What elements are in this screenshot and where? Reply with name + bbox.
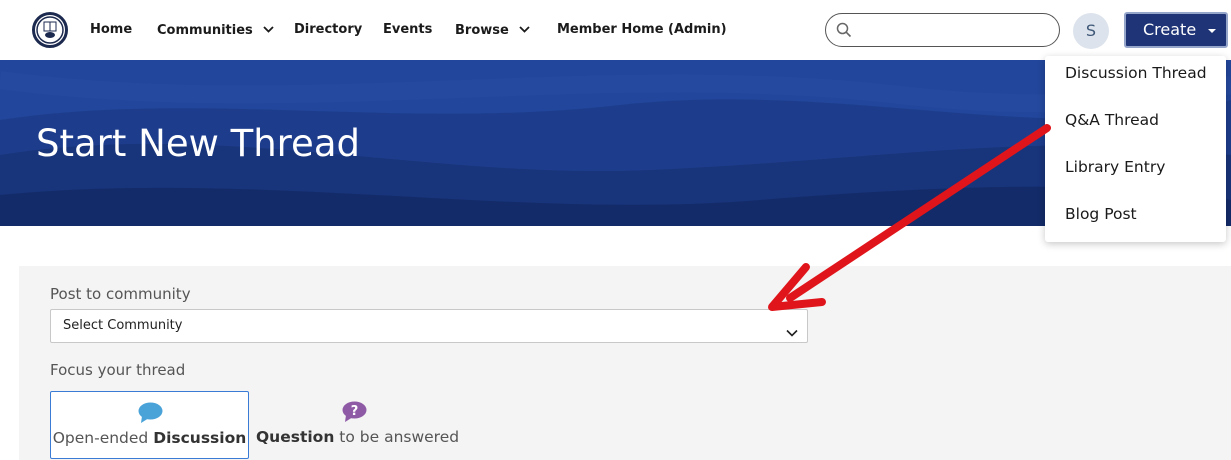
nav-browse-label: Browse (455, 23, 509, 38)
nav-directory-label: Directory (294, 22, 363, 37)
nav-home[interactable]: Home (90, 21, 132, 39)
focus-discussion-bold: Discussion (153, 429, 247, 447)
chevron-down-icon (519, 21, 530, 39)
nav-communities[interactable]: Communities (157, 21, 274, 40)
community-label: Post to community (50, 285, 191, 303)
menu-item-library-entry[interactable]: Library Entry (1065, 157, 1165, 177)
caret-down-icon (1208, 29, 1216, 33)
site-logo[interactable] (32, 12, 68, 48)
nav-home-label: Home (90, 22, 133, 37)
menu-item-qa-thread[interactable]: Q&A Thread (1065, 110, 1159, 130)
menu-item-blog-post[interactable]: Blog Post (1065, 204, 1137, 224)
search-box[interactable] (825, 13, 1060, 47)
focus-option-question-label: Question to be answered (256, 427, 459, 447)
page-title: Start New Thread (36, 122, 360, 165)
community-select[interactable]: Select Community (50, 309, 808, 343)
nav-events-label: Events (383, 22, 433, 37)
chevron-down-icon (263, 21, 274, 39)
user-avatar[interactable]: S (1073, 13, 1109, 49)
svg-text:?: ? (351, 404, 359, 419)
speech-bubble-icon (138, 402, 163, 428)
chevron-down-icon (786, 322, 798, 341)
focus-question-bold: Question (256, 428, 335, 446)
focus-question-suffix: to be answered (334, 428, 460, 446)
create-button[interactable]: Create (1124, 12, 1228, 48)
focus-label: Focus your thread (50, 361, 186, 379)
menu-item-discussion-thread[interactable]: Discussion Thread (1065, 63, 1207, 83)
community-select-value: Select Community (63, 318, 183, 333)
focus-discussion-prefix: Open-ended (52, 429, 154, 447)
avatar-initial: S (1085, 21, 1097, 40)
search-input[interactable] (862, 20, 1052, 40)
focus-option-discussion[interactable]: Open-ended Discussion (50, 391, 249, 459)
logo-emblem-icon (36, 16, 64, 44)
create-button-label: Create (1143, 20, 1197, 39)
create-dropdown-menu: Discussion Thread Q&A Thread Library Ent… (1045, 56, 1226, 242)
search-icon (836, 22, 852, 42)
top-navbar: Home Communities Directory Events Browse… (0, 0, 1231, 60)
nav-events[interactable]: Events (383, 21, 432, 39)
nav-member-home[interactable]: Member Home (Admin) (557, 21, 727, 39)
focus-option-discussion-label: Open-ended Discussion (51, 428, 248, 448)
nav-directory[interactable]: Directory (294, 21, 362, 39)
nav-member-home-label: Member Home (Admin) (557, 22, 727, 37)
nav-communities-label: Communities (157, 23, 253, 38)
nav-browse[interactable]: Browse (455, 21, 530, 40)
focus-option-question[interactable]: ? Question to be answered (256, 391, 459, 459)
question-bubble-icon: ? (342, 401, 367, 427)
